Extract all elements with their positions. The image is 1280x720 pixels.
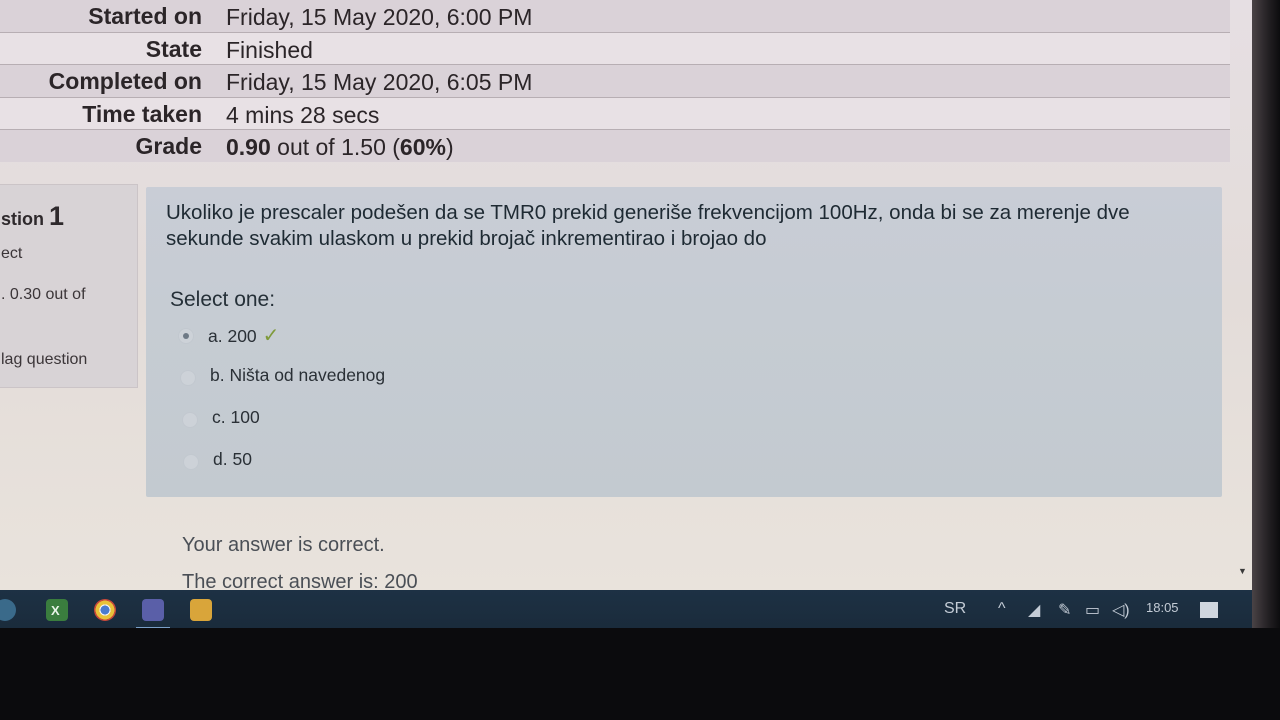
summary-row-started: Started on Friday, 15 May 2020, 6:00 PM: [0, 0, 1230, 33]
question-content: Ukoliko je prescaler podešen da se TMR0 …: [146, 187, 1222, 497]
question-text: Ukoliko je prescaler podešen da se TMR0 …: [166, 201, 1130, 250]
question-grade: . 0.30 out of: [1, 286, 86, 303]
summary-row-grade: Grade 0.90 out of 1.50 (60%): [0, 130, 1230, 162]
battery-icon[interactable]: ▭: [1085, 600, 1100, 620]
notification-icon[interactable]: [1200, 602, 1218, 618]
quiz-review-page: Started on Friday, 15 May 2020, 6:00 PM …: [0, 0, 1252, 590]
question-info-box: stion 1 ect . 0.30 out of lag question: [0, 184, 138, 388]
summary-row-state: State Finished: [0, 32, 1230, 65]
summary-value: Friday, 15 May 2020, 6:00 PM: [226, 4, 533, 30]
feedback-correct-answer: The correct answer is: 200: [182, 571, 418, 590]
monitor-bezel-bottom: [0, 628, 1280, 720]
scroll-down-arrow-icon[interactable]: ▼: [1238, 566, 1247, 576]
question-number-value: 1: [49, 201, 65, 231]
summary-label: Grade: [135, 133, 202, 159]
teams-icon[interactable]: [142, 599, 164, 621]
check-icon: ✓: [262, 325, 280, 347]
option-label: c. 100: [212, 407, 260, 427]
monitor-bezel-right: [1252, 0, 1280, 720]
summary-row-time-taken: Time taken 4 mins 28 secs: [0, 97, 1230, 130]
summary-value: 4 mins 28 secs: [226, 101, 380, 128]
summary-value: Finished: [226, 36, 313, 63]
summary-label: State: [145, 35, 202, 62]
select-one-prompt: Select one:: [170, 288, 276, 311]
pen-icon[interactable]: ✎: [1058, 600, 1071, 620]
grade-out-of: out of 1.50 (: [270, 134, 400, 160]
summary-label: Completed on: [48, 68, 202, 94]
start-icon[interactable]: [0, 599, 16, 621]
clock[interactable]: 18:05: [1146, 600, 1179, 615]
grade-percent: 60%: [399, 134, 446, 160]
chrome-icon[interactable]: [94, 599, 116, 621]
feedback-result: Your answer is correct.: [182, 534, 385, 556]
summary-row-completed: Completed on Friday, 15 May 2020, 6:05 P…: [0, 65, 1230, 98]
input-language[interactable]: SR: [944, 600, 966, 618]
option-text: a. 200: [208, 326, 257, 346]
option-label: a. 200 ✓: [208, 323, 279, 348]
question-number: stion 1: [1, 201, 64, 232]
radio-button-selected[interactable]: [178, 328, 194, 344]
radio-button[interactable]: [183, 454, 199, 470]
option-label: b. Ništa od navedenog: [210, 365, 386, 385]
file-explorer-icon[interactable]: [190, 599, 212, 621]
attempt-summary-table: Started on Friday, 15 May 2020, 6:00 PM …: [0, 0, 1230, 162]
grade-value: 0.90 out of 1.50 (60%): [226, 134, 454, 161]
wifi-icon[interactable]: ◢: [1028, 600, 1040, 620]
grade-close: ): [445, 134, 454, 160]
chevron-up-icon[interactable]: ^: [998, 600, 1006, 618]
question-state: ect: [1, 245, 23, 262]
windows-taskbar: X SR ^ ◢ ✎ ▭ ◁) 18:05: [0, 590, 1252, 630]
summary-label: Started on: [88, 3, 202, 29]
summary-label: Time taken: [82, 100, 202, 127]
radio-button[interactable]: [180, 370, 196, 386]
excel-icon[interactable]: X: [46, 599, 68, 621]
flag-question-link[interactable]: lag question: [1, 351, 87, 369]
summary-value: Friday, 15 May 2020, 6:05 PM: [226, 69, 533, 95]
svg-text:X: X: [51, 603, 60, 618]
grade-score: 0.90: [226, 134, 271, 160]
answer-feedback: Your answer is correct. The correct answ…: [182, 534, 418, 590]
volume-icon[interactable]: ◁): [1112, 600, 1130, 620]
option-label: d. 50: [213, 449, 252, 469]
question-number-label: stion: [1, 209, 44, 229]
radio-button[interactable]: [182, 412, 198, 428]
